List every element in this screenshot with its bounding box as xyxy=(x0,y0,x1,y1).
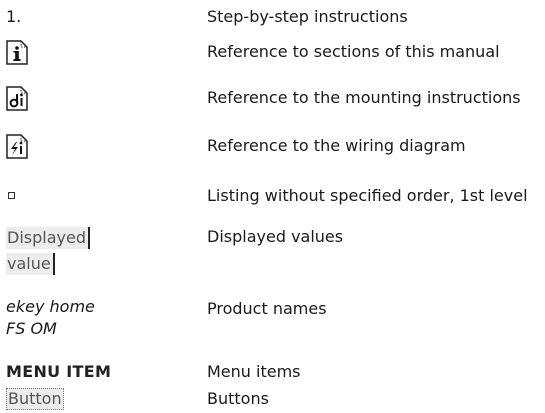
wiring-reference-description: Reference to the wiring diagram xyxy=(207,136,466,155)
displayed-value-sample: Displayed value xyxy=(6,227,90,275)
menu-items-description: Menu items xyxy=(207,362,301,381)
menu-item-sample: MENU ITEM xyxy=(6,362,112,381)
step-number: 1. xyxy=(6,7,22,26)
product-names-description: Product names xyxy=(207,299,327,318)
buttons-description: Buttons xyxy=(207,389,269,408)
info-document-icon xyxy=(6,40,28,65)
tools-document-icon xyxy=(6,86,28,111)
step-description: Step-by-step instructions xyxy=(207,7,408,26)
listing-description: Listing without specified order, 1st lev… xyxy=(207,186,528,205)
lightning-document-icon xyxy=(6,134,28,159)
square-bullet-icon xyxy=(8,192,15,199)
product-name-line1: ekey home xyxy=(6,297,95,316)
manual-reference-description: Reference to sections of this manual xyxy=(207,42,500,61)
displayed-value-line1: Displayed xyxy=(6,227,90,249)
product-name-sample: ekey home FS OM xyxy=(6,296,95,340)
button-sample-label: Button xyxy=(6,388,64,410)
mounting-reference-description: Reference to the mounting instructions xyxy=(207,88,521,107)
product-name-line2: FS OM xyxy=(6,319,57,338)
displayed-value-line2: value xyxy=(6,253,55,275)
button-sample: Button xyxy=(6,388,64,410)
displayed-values-description: Displayed values xyxy=(207,227,344,246)
